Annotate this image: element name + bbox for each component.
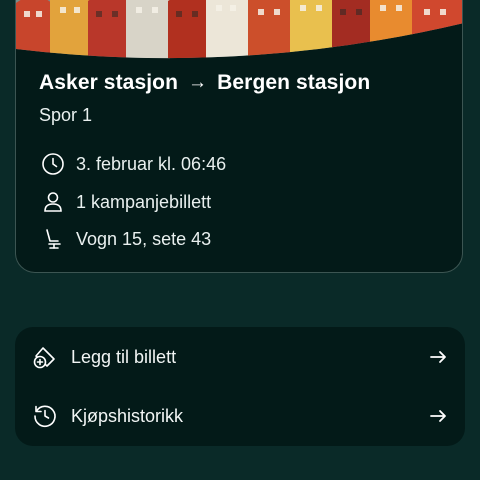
route-arrow-icon: → — [188, 72, 208, 93]
origin-station: Asker stasjon — [39, 71, 179, 94]
tickets-detail: 1 kampanjebillett — [40, 189, 211, 215]
route-title: Asker stasjon → Bergen stasjon — [39, 71, 370, 95]
purchase-history-button[interactable]: Kjøpshistorikk — [15, 387, 465, 445]
tickets-text: 1 kampanjebillett — [76, 191, 212, 212]
history-icon — [32, 403, 58, 429]
add-ticket-button[interactable]: Legg til billett — [15, 328, 465, 386]
track-label: Spor 1 — [39, 105, 93, 125]
seat-text: Vogn 15, sete 43 — [76, 228, 212, 249]
person-icon — [40, 189, 66, 215]
actions-panel: Legg til billett Kjøpshistorikk — [15, 327, 465, 446]
add-ticket-label: Legg til billett — [71, 346, 177, 367]
hero-image-bryggen — [16, 0, 462, 61]
clock-icon — [40, 151, 66, 177]
arrow-right-icon — [427, 405, 449, 427]
departure-detail: 3. februar kl. 06:46 — [40, 151, 226, 177]
seat-detail: Vogn 15, sete 43 — [40, 226, 211, 252]
purchase-history-label: Kjøpshistorikk — [71, 405, 184, 426]
arrow-right-icon — [427, 346, 449, 368]
ticket-card[interactable]: Asker stasjon → Bergen stasjon Spor 1 3.… — [15, 0, 463, 273]
destination-station: Bergen stasjon — [217, 71, 371, 94]
departure-text: 3. februar kl. 06:46 — [76, 153, 227, 174]
seat-icon — [40, 226, 66, 252]
ticket-plus-icon — [32, 344, 58, 370]
